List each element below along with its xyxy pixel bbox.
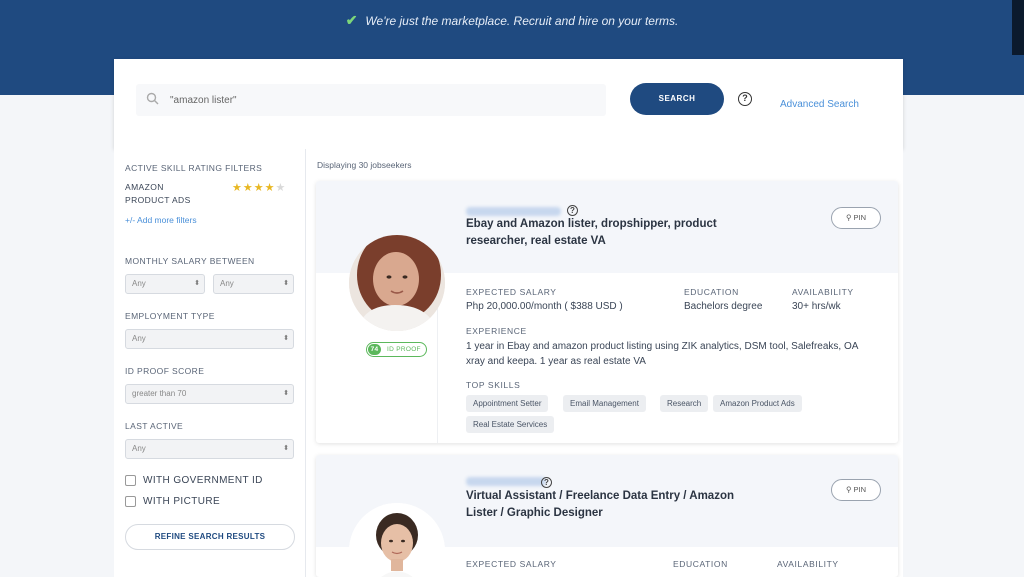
experience-text: 1 year in Ebay and amazon product listin… [466,341,858,367]
search-card: SEARCH ? Advanced Search [114,59,903,149]
id-proof-select[interactable]: greater than 70 ⬍ [125,384,294,404]
tagline-text: We're just the marketplace. Recruit and … [365,14,679,28]
jobseeker-title[interactable]: Virtual Assistant / Freelance Data Entry… [466,488,736,522]
education-label: EDUCATION [684,287,739,297]
picture-checkbox-row[interactable]: WITH PICTURE [125,496,220,507]
select-arrows-icon: ⬍ [283,335,289,342]
avatar[interactable] [349,235,445,331]
last-active-select[interactable]: Any ⬍ [125,439,294,459]
employment-select[interactable]: Any ⬍ [125,329,294,349]
search-input[interactable] [170,88,590,112]
jobseeker-name-blurred[interactable] [466,477,546,486]
top-skills-label: TOP SKILLS [466,380,521,390]
skill-tag[interactable]: Appointment Setter [466,395,549,412]
select-arrows-icon: ⬍ [283,280,289,287]
skill-tag[interactable]: Email Management [563,395,646,412]
pin-icon: ⚲ [845,213,852,222]
results-panel: Displaying 30 jobseekers ? Ebay and Amaz… [306,149,903,577]
id-proof-label: ID PROOF [387,346,421,353]
skill-filter-name: AMAZON PRODUCT ADS [125,182,191,205]
pin-button[interactable]: ⚲ PIN [831,207,881,229]
salary-label: EXPECTED SALARY [466,287,557,297]
availability-label: AVAILABILITY [792,287,854,297]
picture-checkbox[interactable] [125,496,136,507]
jobseeker-card[interactable]: ? Virtual Assistant / Freelance Data Ent… [316,455,898,577]
gov-id-checkbox-row[interactable]: WITH GOVERNMENT ID [125,475,263,486]
filters-sidebar: ACTIVE SKILL RATING FILTERS AMAZON PRODU… [114,149,306,577]
last-active-value: Any [132,444,146,453]
skill-tag[interactable]: Real Estate Services [466,416,555,433]
refine-search-button[interactable]: REFINE SEARCH RESULTS [125,524,295,550]
advanced-search-link[interactable]: Advanced Search [780,99,859,110]
pin-label: PIN [853,485,867,494]
results-count: Displaying 30 jobseekers [317,160,412,170]
jobseeker-name-blurred[interactable] [466,207,561,216]
id-proof-heading: ID PROOF SCORE [125,366,205,376]
select-arrows-icon: ⬍ [194,280,200,287]
question-circle-icon[interactable]: ? [541,477,552,488]
availability-value: 30+ hrs/wk [792,301,841,312]
salary-max-select[interactable]: Any ⬍ [213,274,294,294]
salary-min-value: Any [132,279,146,288]
salary-min-select[interactable]: Any ⬍ [125,274,205,294]
salary-max-value: Any [220,279,234,288]
select-arrows-icon: ⬍ [283,390,289,397]
pin-icon: ⚲ [845,485,852,494]
add-filters-link[interactable]: +/- Add more filters [125,215,197,225]
avatar-photo [349,235,445,331]
id-proof-score: 74 [368,344,381,355]
tagline: ✔ We're just the marketplace. Recruit and… [0,12,1024,29]
pin-label: PIN [853,213,867,222]
employment-value: Any [132,334,146,343]
check-icon: ✔ [345,12,358,28]
question-circle-icon[interactable]: ? [567,205,578,216]
question-circle-icon[interactable]: ? [738,92,752,106]
salary-heading: MONTHLY SALARY BETWEEN [125,256,255,266]
star-icon: ★ [264,182,276,194]
picture-label: WITH PICTURE [143,496,221,507]
skill-tag[interactable]: Research [660,395,709,412]
experience-label: EXPERIENCE [466,326,527,336]
select-arrows-icon: ⬍ [283,445,289,452]
star-icon: ★ [253,182,265,194]
availability-label: AVAILABILITY [777,559,839,569]
active-filters-heading: ACTIVE SKILL RATING FILTERS [125,163,263,173]
search-icon [146,92,159,105]
window-edge [1012,0,1024,55]
star-icon: ★ [232,182,243,194]
star-icon: ★ [242,182,254,194]
star-empty-icon: ★ [275,182,287,194]
salary-value: Php 20,000.00/month ( $388 USD ) [466,301,623,312]
pin-button[interactable]: ⚲ PIN [831,479,881,501]
education-label: EDUCATION [673,559,728,569]
skill-tag[interactable]: Amazon Product Ads [713,395,802,412]
salary-label: EXPECTED SALARY [466,559,557,569]
employment-heading: EMPLOYMENT TYPE [125,311,215,321]
gov-id-label: WITH GOVERNMENT ID [143,475,263,486]
search-box [136,84,606,116]
jobseeker-title[interactable]: Ebay and Amazon lister, dropshipper, pro… [466,216,736,250]
education-value: Bachelors degree [684,301,763,312]
search-button[interactable]: SEARCH [630,83,724,115]
id-proof-badge: 74 ID PROOF [366,342,427,357]
last-active-heading: LAST ACTIVE [125,421,184,431]
id-proof-value: greater than 70 [132,389,187,398]
jobseeker-card[interactable]: ? Ebay and Amazon lister, dropshipper, p… [316,181,898,443]
skill-rating-stars[interactable]: ★★★★★ [232,181,286,194]
gov-id-checkbox[interactable] [125,475,136,486]
